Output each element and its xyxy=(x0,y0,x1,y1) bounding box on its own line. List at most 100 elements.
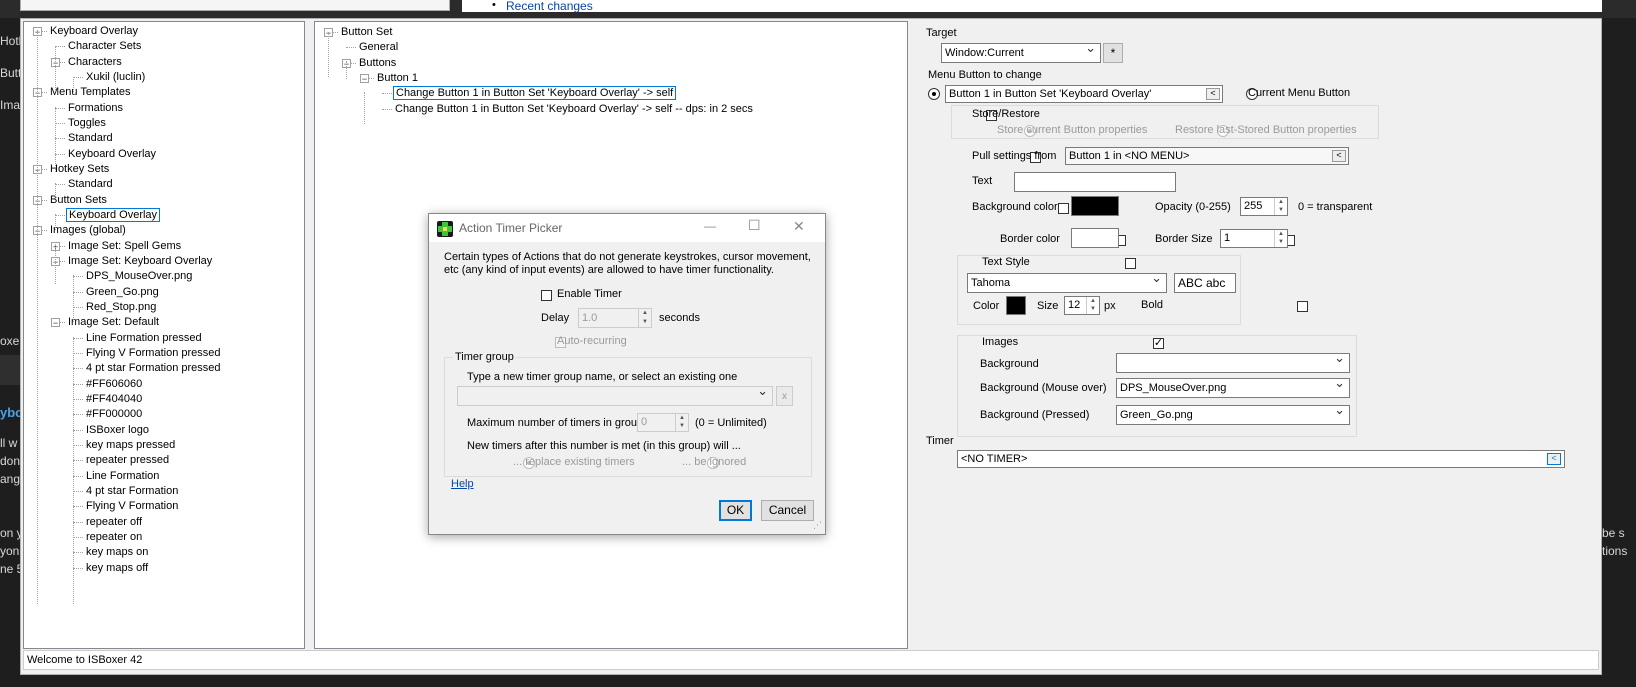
tree-node[interactable]: 4 pt star Formation pressed xyxy=(84,360,223,376)
ok-button[interactable]: OK xyxy=(719,500,752,521)
timer-group-clear-button[interactable]: x xyxy=(776,386,793,406)
tree-node[interactable]: Images (global) xyxy=(48,222,128,238)
dialog-titlebar[interactable]: Action Timer Picker — ☐ ✕ xyxy=(429,214,825,242)
delay-spinner[interactable]: ▲ ▼ xyxy=(638,309,651,327)
text-color-swatch[interactable] xyxy=(1006,296,1026,315)
background-image-dropdown[interactable] xyxy=(1116,353,1350,373)
bg-color-checkbox[interactable] xyxy=(1058,202,1070,214)
tree-node[interactable]: Character Sets xyxy=(66,38,143,54)
bg-frag-4: ybo xyxy=(0,405,20,420)
tree-node[interactable]: Keyboard Overlay xyxy=(66,207,161,223)
close-icon[interactable]: ✕ xyxy=(793,218,805,235)
left-tree-panel[interactable]: − Keyboard Overlay Character Sets − Characte… xyxy=(23,21,305,649)
border-color-swatch[interactable] xyxy=(1071,228,1119,248)
tree-node[interactable]: Image Set: Keyboard Overlay xyxy=(66,253,214,269)
tree-node[interactable]: 4 pt star Formation xyxy=(84,483,180,499)
tree-node[interactable]: Keyboard Overlay xyxy=(48,23,140,39)
bg-frag-right-1: tions xyxy=(1602,544,1628,558)
tree-node[interactable]: Menu Templates xyxy=(48,84,133,100)
tree-node-label: Button Set xyxy=(341,26,393,38)
timer-pick-button[interactable]: < xyxy=(1547,453,1561,465)
tree-node[interactable]: Image Set: Default xyxy=(66,314,161,330)
tree-node[interactable]: Green_Go.png xyxy=(84,284,161,300)
tree-node[interactable]: repeater pressed xyxy=(84,452,171,468)
menu-button-radio[interactable] xyxy=(928,88,940,101)
splitter-left[interactable] xyxy=(306,21,312,647)
tree-node[interactable]: General xyxy=(357,39,400,55)
bg-mouseover-dropdown[interactable]: DPS_MouseOver.png xyxy=(1116,378,1350,398)
text-input[interactable] xyxy=(1014,172,1176,192)
bg-pressed-dropdown[interactable]: Green_Go.png xyxy=(1116,405,1350,425)
collapse-icon[interactable]: − xyxy=(360,73,369,83)
tree-node[interactable]: key maps off xyxy=(84,560,150,576)
menu-button-pick[interactable]: < xyxy=(1206,88,1220,100)
tree-node[interactable]: Change Button 1 in Button Set 'Keyboard … xyxy=(393,85,677,101)
tree-node[interactable]: #FF404040 xyxy=(84,391,144,407)
enable-timer-checkbox[interactable] xyxy=(541,289,552,301)
size-input[interactable]: 12 ▲ ▼ xyxy=(1064,296,1100,315)
tree-node[interactable]: Toggles xyxy=(66,115,108,131)
help-link[interactable]: Help xyxy=(451,478,474,490)
minimize-icon[interactable]: — xyxy=(704,219,716,233)
tree-node[interactable]: #FF606060 xyxy=(84,376,144,392)
border-size-spinner[interactable]: ▲ ▼ xyxy=(1274,230,1287,247)
opacity-spinner[interactable]: ▲ ▼ xyxy=(1274,198,1287,215)
tree-connector xyxy=(55,138,65,140)
tree-node[interactable]: ISBoxer logo xyxy=(84,422,151,438)
pull-settings-field[interactable]: Button 1 in <NO MENU> xyxy=(1065,147,1349,165)
seconds-label: seconds xyxy=(659,312,700,324)
tree-node[interactable]: #FF000000 xyxy=(84,406,144,422)
tree-node[interactable]: Flying V Formation pressed xyxy=(84,345,223,361)
images-checkbox[interactable] xyxy=(1152,336,1164,349)
recent-changes-link[interactable]: Recent changes xyxy=(506,0,593,13)
bg-frag-6: don xyxy=(0,454,20,468)
tree-node[interactable]: Keyboard Overlay xyxy=(66,146,158,162)
tree-node[interactable]: Change Button 1 in Button Set 'Keyboard … xyxy=(393,101,755,117)
tree-node[interactable]: Standard xyxy=(66,130,115,146)
tree-node[interactable]: Formations xyxy=(66,100,125,116)
menu-button-field[interactable]: Button 1 in Button Set 'Keyboard Overlay… xyxy=(945,85,1223,103)
bold-checkbox[interactable] xyxy=(1296,300,1308,312)
maximize-icon[interactable]: ☐ xyxy=(748,217,761,234)
tree-node[interactable]: Button Sets xyxy=(48,192,109,208)
collapse-icon[interactable]: − xyxy=(51,318,60,328)
tree-node[interactable]: DPS_MouseOver.png xyxy=(84,268,194,284)
target-star-button[interactable]: * xyxy=(1103,43,1123,63)
tree-node[interactable]: Standard xyxy=(66,176,115,192)
max-timers-input[interactable]: 0 ▲ ▼ xyxy=(637,413,689,432)
resize-grip-icon[interactable]: ⋰ xyxy=(813,520,822,531)
size-spinner[interactable]: ▲ ▼ xyxy=(1086,297,1099,314)
tree-node[interactable]: Line Formation pressed xyxy=(84,330,204,346)
timer-group-combo[interactable] xyxy=(457,386,773,406)
bg-color-swatch[interactable] xyxy=(1071,196,1119,216)
tree-node[interactable]: Red_Stop.png xyxy=(84,299,158,315)
tree-node[interactable]: key maps pressed xyxy=(84,437,177,453)
opacity-input[interactable]: 255 ▲ ▼ xyxy=(1240,197,1288,216)
tree-node[interactable]: Hotkey Sets xyxy=(48,161,111,177)
cancel-button[interactable]: Cancel xyxy=(761,500,814,521)
tree-node[interactable]: Image Set: Spell Gems xyxy=(66,238,183,254)
target-dropdown[interactable]: Window:Current xyxy=(941,43,1101,63)
opacity-value: 255 xyxy=(1244,200,1263,212)
bg-frag-9: yon xyxy=(0,544,20,558)
left-tree: − Keyboard Overlay Character Sets − Characte… xyxy=(24,22,304,648)
pull-settings-pick[interactable]: < xyxy=(1332,150,1346,162)
tree-node[interactable]: Button Set xyxy=(339,24,394,40)
tree-node[interactable]: key maps on xyxy=(84,544,150,560)
max-timers-spinner[interactable]: ▲ ▼ xyxy=(675,414,688,431)
delay-input[interactable]: 1.0 ▲ ▼ xyxy=(578,308,652,328)
tree-node[interactable]: repeater off xyxy=(84,514,144,530)
timer-field[interactable]: <NO TIMER> xyxy=(957,450,1565,468)
ignored-label: ... be ignored xyxy=(682,456,747,468)
tree-node[interactable]: Characters xyxy=(66,54,124,70)
tree-node[interactable]: Line Formation xyxy=(84,468,161,484)
font-dropdown[interactable]: Tahoma xyxy=(967,273,1167,293)
tree-node[interactable]: Xukil (luclin) xyxy=(84,69,147,85)
text-style-checkbox[interactable] xyxy=(1124,257,1136,269)
app-icon xyxy=(437,221,453,237)
tree-node[interactable]: Button 1 xyxy=(375,70,420,86)
tree-node[interactable]: Buttons xyxy=(357,55,398,71)
border-size-input[interactable]: 1 ▲ ▼ xyxy=(1220,229,1288,248)
tree-node[interactable]: Flying V Formation xyxy=(84,498,180,514)
tree-node[interactable]: repeater on xyxy=(84,529,144,545)
